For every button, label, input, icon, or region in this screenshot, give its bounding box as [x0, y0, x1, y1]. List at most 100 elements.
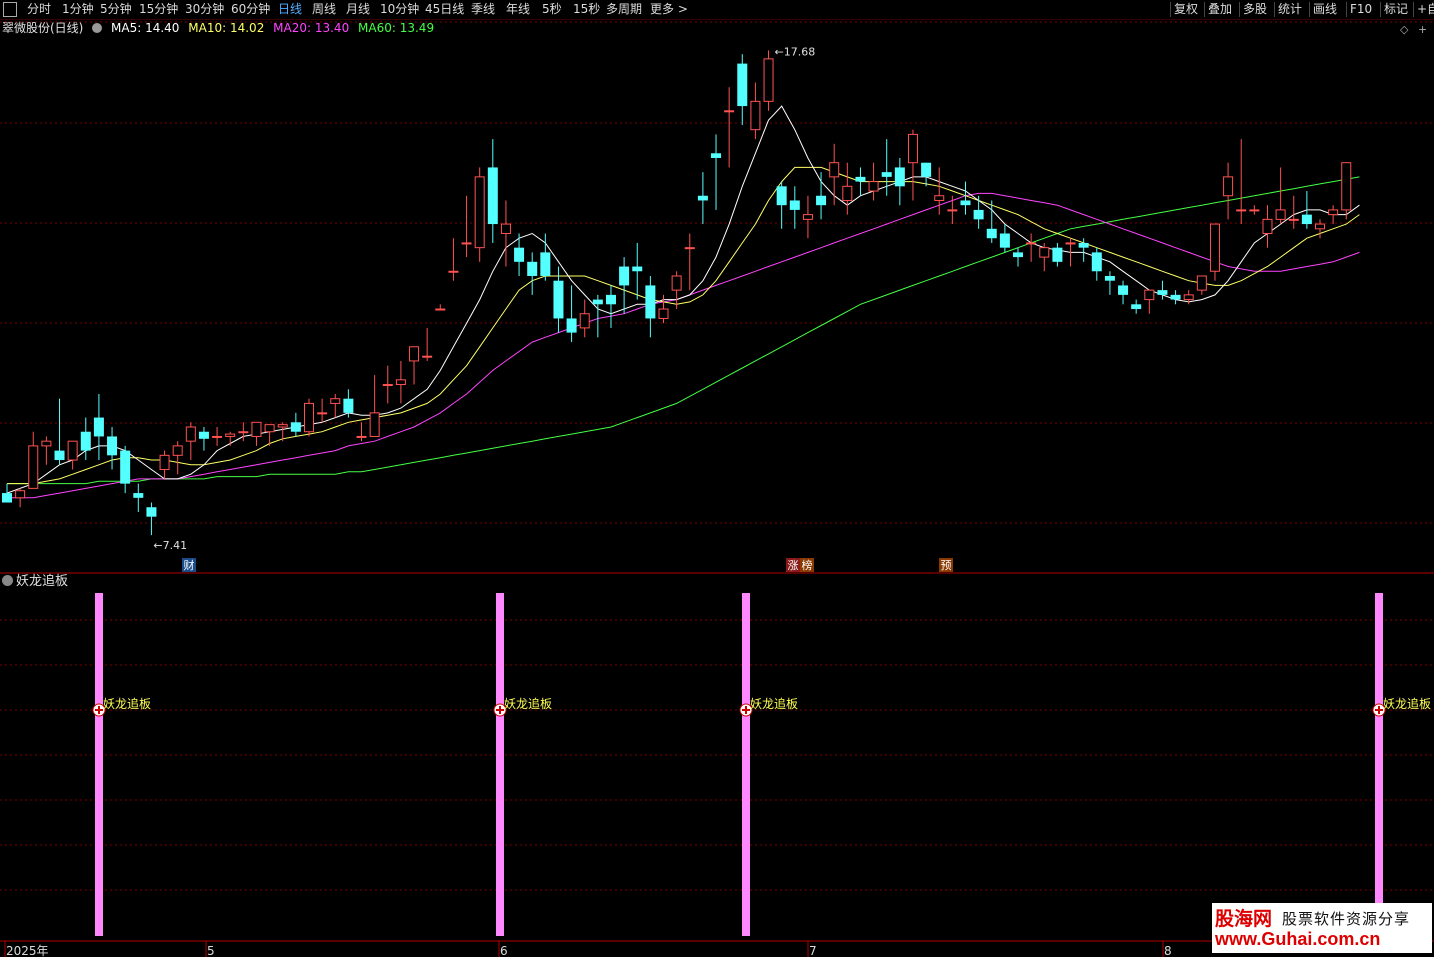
candle-body: [855, 176, 866, 182]
candle: [1144, 289, 1155, 314]
candle: [605, 285, 616, 328]
candle: [711, 134, 722, 210]
candle-body: [1328, 209, 1339, 216]
candle-body: [1157, 290, 1168, 295]
candle-body: [382, 384, 393, 387]
candle: [960, 181, 971, 215]
candle-body: [802, 214, 813, 220]
candle-body: [277, 424, 288, 428]
candle: [1288, 195, 1299, 229]
candle: [1223, 162, 1234, 220]
candle: [290, 412, 301, 437]
plus-icon: +: [1418, 23, 1427, 36]
candle-body: [973, 209, 984, 220]
candle-body: [1026, 242, 1037, 245]
candle-body: [921, 162, 932, 177]
candle: [566, 285, 577, 343]
candle: [1196, 275, 1207, 295]
candle-body: [15, 490, 26, 499]
candle-body: [225, 433, 236, 437]
candle-body: [1288, 218, 1299, 221]
candlestick-chart[interactable]: ←17.68←7.41财涨榜预2025年 5 6 7 8妖龙追板 妖龙追板 妖龙追板 妖龙追板…: [0, 0, 1434, 957]
candle: [697, 172, 708, 225]
candle-body: [684, 247, 695, 250]
collapse-icon[interactable]: [2, 575, 13, 586]
candle: [947, 195, 958, 225]
candle: [448, 238, 459, 281]
candle-body: [1078, 242, 1089, 248]
x-axis-label: 7: [809, 944, 817, 957]
signal-bar: [1375, 593, 1383, 936]
candle: [1249, 205, 1260, 215]
candle-body: [553, 280, 564, 319]
candle: [1039, 242, 1050, 272]
candle: [67, 440, 78, 470]
candle: [435, 304, 446, 311]
candle-body: [317, 412, 328, 415]
candle-body: [1301, 214, 1312, 225]
candle-body: [422, 355, 433, 358]
candle-body: [1118, 285, 1129, 295]
candle: [1183, 290, 1194, 305]
candle-body: [999, 233, 1010, 248]
candle: [750, 82, 761, 140]
candle: [1275, 167, 1286, 225]
signal-bar: [95, 593, 103, 936]
candle: [330, 393, 341, 418]
signal-label: 妖龙追板: [750, 696, 798, 711]
candle: [500, 200, 511, 267]
candle: [1262, 205, 1273, 248]
candle-body: [133, 493, 144, 498]
candle: [973, 195, 984, 229]
candle-body: [356, 435, 367, 438]
candle: [54, 398, 65, 465]
candle: [28, 431, 39, 489]
candle-body: [369, 412, 380, 437]
ma20-line: [7, 192, 1360, 499]
candle-body: [527, 261, 538, 276]
candle: [303, 398, 314, 437]
candle-body: [789, 200, 800, 210]
candle-body: [907, 133, 918, 164]
watermark-logo: 股海网 股票软件资源分享 www.Guhai.com.cn: [1212, 903, 1432, 953]
candle-body: [724, 110, 735, 113]
candle-body: [1052, 247, 1063, 262]
candle-body: [619, 266, 630, 286]
candle: [1026, 233, 1037, 262]
candle: [409, 346, 420, 385]
candle: [619, 257, 630, 314]
candle-body: [343, 398, 354, 413]
signal-bar: [496, 593, 504, 936]
candle-body: [146, 507, 157, 517]
candle-body: [763, 58, 774, 102]
candle-body: [605, 294, 616, 305]
watermark-slogan: 股票软件资源分享: [1282, 910, 1411, 928]
candle-body: [330, 398, 341, 404]
candle-body: [1091, 252, 1102, 272]
candle: [632, 242, 643, 300]
candle: [684, 233, 695, 291]
candle: [1209, 223, 1220, 281]
candle-body: [54, 450, 65, 461]
candle-body: [1013, 252, 1024, 258]
indicator-title[interactable]: 妖龙追板: [2, 573, 68, 590]
candle-body: [474, 176, 485, 249]
candle-body: [28, 445, 39, 489]
candle: [251, 421, 262, 446]
candle: [2, 483, 12, 503]
low-price-label: ←7.41: [153, 539, 187, 552]
candle: [356, 422, 367, 442]
candle-body: [947, 209, 958, 212]
candle-body: [303, 402, 314, 433]
candle: [1104, 271, 1115, 295]
x-axis-label: 5: [207, 944, 215, 957]
candle-body: [461, 242, 472, 245]
candle: [1315, 219, 1325, 239]
candle-body: [1223, 176, 1234, 197]
candle: [172, 441, 183, 475]
candle: [579, 299, 590, 338]
candle-body: [67, 440, 78, 461]
candle: [159, 450, 170, 479]
candle: [107, 427, 118, 470]
candle-body: [986, 228, 997, 239]
